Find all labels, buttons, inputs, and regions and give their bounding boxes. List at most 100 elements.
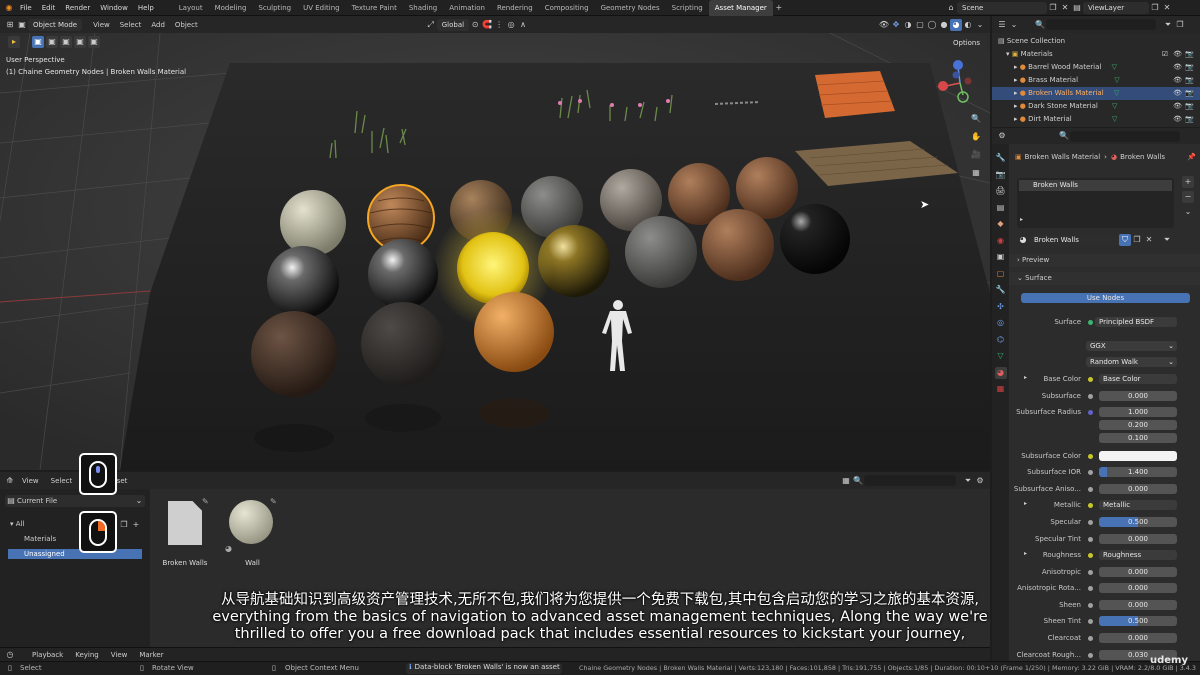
editor-type-icon[interactable]: ⊞ — [4, 19, 16, 31]
render-tab-icon[interactable]: 📷 — [995, 169, 1007, 181]
select-extend-icon[interactable]: ▣ — [46, 36, 58, 48]
distribution-dropdown[interactable]: GGX ⌄ — [1086, 341, 1177, 351]
timeline-editor-icon[interactable]: ◷ — [4, 649, 16, 661]
particles-tab-icon[interactable]: ✣ — [995, 301, 1007, 313]
asset-menu-select[interactable]: Select — [45, 477, 79, 485]
edit-asset-icon[interactable]: ✎ — [202, 497, 209, 506]
viewport-menu-select[interactable]: Select — [115, 21, 147, 29]
tab-compositing[interactable]: Compositing — [539, 0, 595, 16]
display-mode-dropdown-icon[interactable]: ⌄ — [1008, 19, 1020, 31]
library-dropdown[interactable]: ▤ Current File ⌄ — [5, 495, 145, 507]
new-catalog-icon[interactable]: ❐ — [118, 519, 130, 531]
outliner-row-dark-stone[interactable]: ▸ ● Dark Stone Material ▽ 👁 📷 — [992, 100, 1200, 113]
view-layer-icon[interactable]: ▤ — [1071, 2, 1083, 14]
color-swatch[interactable] — [1099, 451, 1177, 461]
pivot-icon[interactable]: ⊙ — [469, 19, 481, 31]
add-catalog-icon[interactable]: + — [130, 519, 142, 531]
select-subtract-icon[interactable]: ▣ — [60, 36, 72, 48]
select-intersect-icon[interactable]: ▣ — [88, 36, 100, 48]
object-mode-icon[interactable]: ▣ — [16, 19, 28, 31]
wireframe-shading-icon[interactable]: ◯ — [926, 19, 938, 31]
tab-shading[interactable]: Shading — [403, 0, 443, 16]
viewport-menu-add[interactable]: Add — [146, 21, 170, 29]
xray-icon[interactable]: ▢ — [914, 19, 926, 31]
timeline-menu-marker[interactable]: Marker — [133, 651, 169, 659]
properties-editor-icon[interactable]: ⚙ — [996, 130, 1008, 142]
expand-socket-icon[interactable]: ▸ — [1024, 500, 1027, 507]
timeline-menu-view[interactable]: View — [105, 651, 134, 659]
asset-search-icon[interactable]: 🔍 — [852, 475, 864, 487]
outliner-search-input[interactable] — [1046, 19, 1156, 30]
slot-menu-icon[interactable]: ⌄ — [1182, 206, 1194, 218]
timeline-menu-keying[interactable]: Keying — [69, 651, 105, 659]
unlink-material-icon[interactable]: ✕ — [1143, 234, 1155, 246]
tab-animation[interactable]: Animation — [443, 0, 491, 16]
properties-search-icon[interactable]: 🔍 — [1058, 130, 1070, 142]
outliner-row-barrel-wood[interactable]: ▸ ● Barrel Wood Material ▽ 👁 📷 — [992, 61, 1200, 74]
proportional-edit-icon[interactable]: ◎ — [505, 19, 517, 31]
value-slider[interactable]: 0.200 — [1099, 420, 1177, 430]
surface-panel[interactable]: ⌄ Surface — [1009, 272, 1200, 285]
tab-geometry-nodes[interactable]: Geometry Nodes — [595, 0, 666, 16]
asset-item-broken-walls[interactable]: ✎ — [162, 497, 209, 567]
tool-tab-icon[interactable]: 🔧 — [995, 152, 1007, 164]
outliner-editor-icon[interactable]: ☰ — [996, 19, 1008, 31]
value-slider[interactable]: 0.000 — [1099, 484, 1177, 494]
texture-tab-icon[interactable]: ▦ — [995, 383, 1007, 395]
scene-icon[interactable]: ⌂ — [945, 2, 957, 14]
use-nodes-button[interactable]: Use Nodes — [1021, 293, 1190, 303]
tab-scripting[interactable]: Scripting — [666, 0, 709, 16]
tab-asset-manager[interactable]: Asset Manager — [708, 0, 773, 16]
modifier-tab-icon[interactable]: 🔧 — [995, 284, 1007, 296]
viewport-menu-view[interactable]: View — [88, 21, 115, 29]
overlay-icon[interactable]: ◑ — [902, 19, 914, 31]
viewport-menu-object[interactable]: Object — [170, 21, 203, 29]
grid-view-icon[interactable]: ▦ — [970, 167, 982, 179]
scene-tab-icon[interactable]: ◆ — [995, 218, 1007, 230]
tab-sculpting[interactable]: Sculpting — [252, 0, 297, 16]
menu-edit[interactable]: Edit — [37, 0, 61, 16]
shading-options-icon[interactable]: ⌄ — [974, 19, 986, 31]
value-slider[interactable]: 1.400 — [1099, 467, 1177, 477]
filter-icon[interactable]: ⏷ — [962, 475, 974, 487]
display-mode-icon[interactable]: ▦ — [840, 475, 852, 487]
new-scene-icon[interactable]: ❐ — [1047, 2, 1059, 14]
material-browse-icon[interactable]: ◕ — [1017, 234, 1029, 246]
fake-user-icon[interactable]: ⛉ — [1119, 234, 1131, 246]
value-slider[interactable]: 1.000 — [1099, 407, 1177, 417]
sphere-dark-stone[interactable] — [361, 302, 445, 386]
sphere-wood-3[interactable] — [736, 157, 798, 219]
timeline-menu-playback[interactable]: Playback — [26, 651, 69, 659]
menu-render[interactable]: Render — [60, 0, 95, 16]
tab-uv-editing[interactable]: UV Editing — [297, 0, 346, 16]
expand-socket-icon[interactable]: ▸ — [1024, 374, 1027, 381]
world-tab-icon[interactable]: ◉ — [995, 235, 1007, 247]
sphere-dirt[interactable] — [251, 311, 337, 397]
catalog-unassigned[interactable]: Unassigned — [8, 549, 142, 559]
properties-search-input[interactable] — [1070, 130, 1180, 142]
material-shading-icon[interactable]: ◕ — [950, 18, 962, 31]
expand-socket-icon[interactable]: ▸ — [1024, 550, 1027, 557]
outliner-materials-folder[interactable]: ▾ ▣ Materials ☑ 👁 📷 — [992, 48, 1200, 61]
constraints-tab-icon[interactable]: ⌬ — [995, 334, 1007, 346]
tab-modeling[interactable]: Modeling — [209, 0, 253, 16]
data-tab-icon[interactable]: ▽ — [995, 350, 1007, 362]
value-slider[interactable]: 0.100 — [1099, 433, 1177, 443]
tab-rendering[interactable]: Rendering — [491, 0, 539, 16]
add-slot-icon[interactable]: + — [1182, 176, 1194, 188]
asset-settings-gear-icon[interactable]: ⚙ — [974, 475, 986, 487]
catalog-all[interactable]: ▾ All — [10, 520, 24, 528]
material-tab-icon[interactable]: ◕ — [994, 366, 1007, 379]
surface-shader-field[interactable]: Principled BSDF — [1095, 317, 1177, 327]
snap-target-icon[interactable]: ⋮ — [493, 19, 505, 31]
new-view-layer-icon[interactable]: ❐ — [1149, 2, 1161, 14]
blender-logo-icon[interactable]: ◉ — [3, 2, 15, 14]
pan-hand-icon[interactable]: ✋ — [970, 131, 982, 143]
zoom-icon[interactable]: 🔍 — [970, 113, 982, 125]
catalog-materials[interactable]: Materials — [24, 535, 56, 543]
menu-file[interactable]: File — [15, 0, 37, 16]
value-slider[interactable]: 0.000 — [1099, 391, 1177, 401]
sphere-concrete-2[interactable] — [625, 216, 697, 288]
asset-menu-view[interactable]: View — [16, 477, 45, 485]
outliner-search-icon[interactable]: 🔍 — [1034, 19, 1046, 31]
